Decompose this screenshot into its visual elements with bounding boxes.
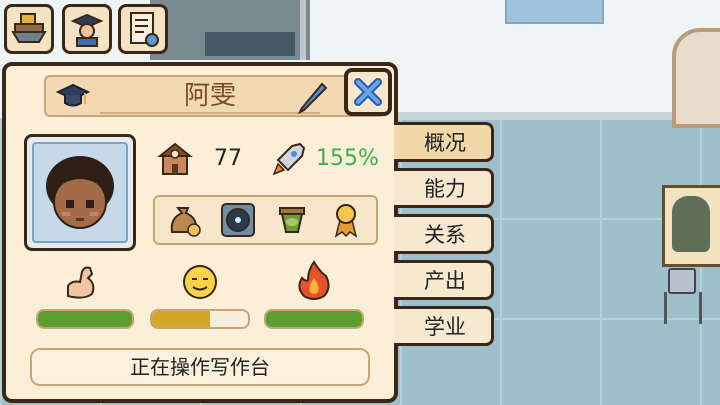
strength-bar-fill <box>38 311 132 327</box>
status-text: 正在操作写作台 <box>30 348 370 386</box>
bell-icon <box>672 196 710 252</box>
close-button[interactable] <box>344 68 392 116</box>
close-icon <box>354 78 382 106</box>
robot-legs <box>664 292 702 324</box>
level-value: 77 <box>214 146 242 171</box>
tab-overview[interactable]: 概况 <box>394 122 494 162</box>
background-door-frame <box>672 28 720 128</box>
tab-ability[interactable]: 能力 <box>394 168 494 208</box>
rocket-icon <box>272 142 306 176</box>
edit-pencil-icon[interactable] <box>296 80 332 114</box>
medal-icon[interactable] <box>326 200 366 240</box>
efficiency-value: 155% <box>316 146 379 171</box>
mood-face-icon <box>183 265 217 299</box>
mood-bar-fill <box>152 311 210 327</box>
character-name: 阿雯 <box>100 80 320 114</box>
money-bag-icon[interactable] <box>164 200 204 240</box>
tab-label: 关系 <box>424 223 466 247</box>
graduate-cap-icon <box>56 83 90 107</box>
character-face-icon <box>46 156 114 229</box>
robot-object[interactable] <box>668 268 696 294</box>
strength-arm-icon <box>67 266 95 299</box>
background-floor-edge <box>390 112 720 120</box>
fire-icon <box>298 260 330 300</box>
pot-icon[interactable] <box>272 200 312 240</box>
tab-output[interactable]: 产出 <box>394 260 494 300</box>
tab-study[interactable]: 学业 <box>394 306 494 346</box>
vinyl-record-icon[interactable] <box>218 200 258 240</box>
mood-bar <box>150 309 250 329</box>
background-pipe <box>300 0 306 60</box>
energy-bar <box>264 309 364 329</box>
tab-label: 产出 <box>424 269 466 293</box>
document-icon <box>130 12 159 47</box>
strength-bar <box>36 309 134 329</box>
ship-icon <box>11 13 47 43</box>
tab-relationship[interactable]: 关系 <box>394 214 494 254</box>
energy-bar-fill <box>266 311 362 327</box>
ship-button[interactable] <box>4 4 54 54</box>
background-shelf <box>205 32 295 56</box>
tab-label: 学业 <box>424 315 466 339</box>
school-building-icon <box>157 142 193 175</box>
tasks-button[interactable] <box>118 4 168 54</box>
graduate-icon <box>70 13 104 47</box>
students-button[interactable] <box>62 4 112 54</box>
background-window <box>505 0 604 24</box>
tab-label: 能力 <box>424 177 466 201</box>
tab-label: 概况 <box>424 131 466 155</box>
